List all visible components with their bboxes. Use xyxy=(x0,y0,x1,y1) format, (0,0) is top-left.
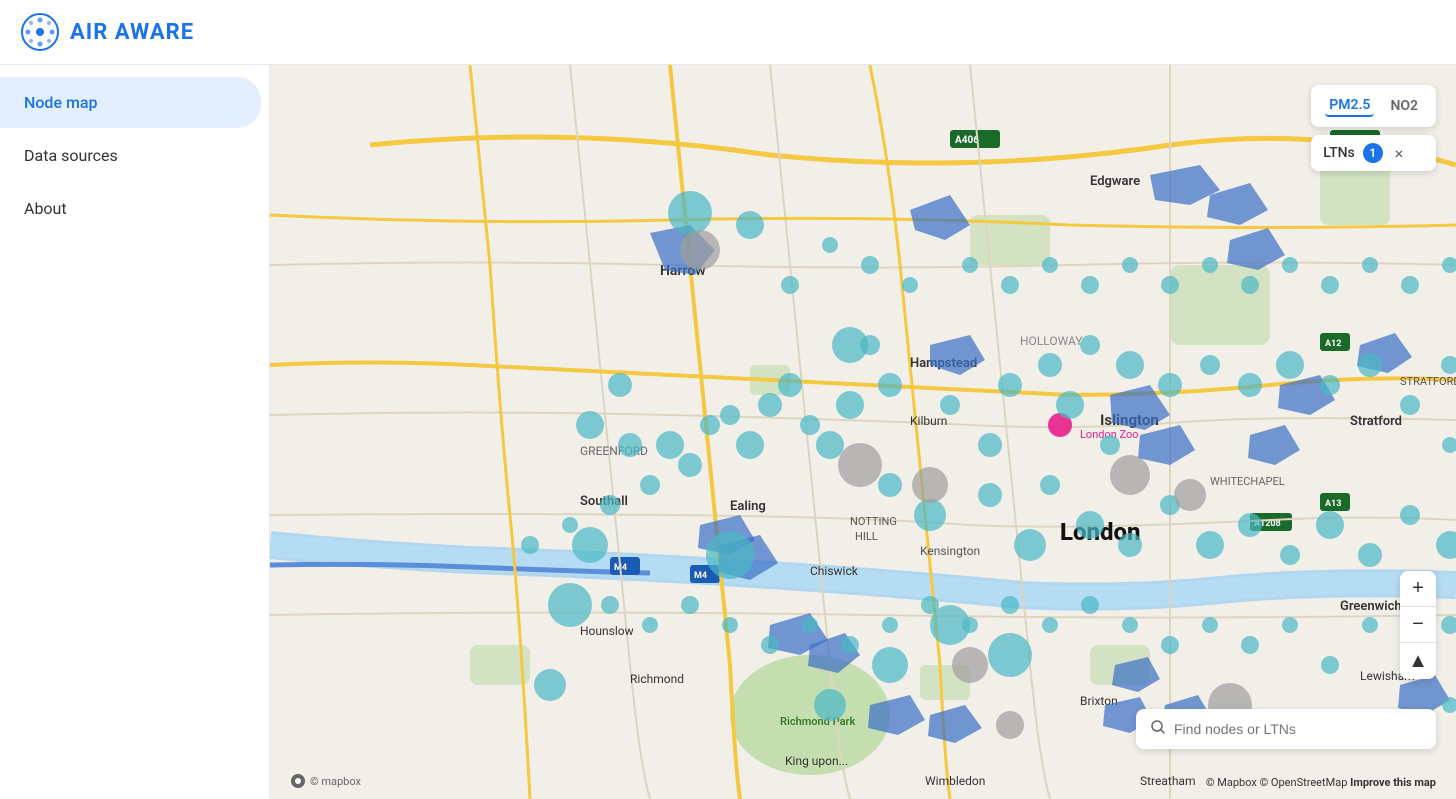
search-icon xyxy=(1150,719,1166,739)
svg-text:Wimbledon: Wimbledon xyxy=(925,774,985,788)
svg-text:Hounslow: Hounslow xyxy=(580,624,634,638)
svg-text:Richmond: Richmond xyxy=(630,672,684,686)
svg-text:Streatham: Streatham xyxy=(1140,774,1195,788)
header: AIR AWARE xyxy=(0,0,1456,65)
sidebar: Node map Data sources About xyxy=(0,65,270,799)
search-box xyxy=(1136,709,1436,749)
svg-text:A12: A12 xyxy=(1325,339,1341,349)
svg-text:Kensington: Kensington xyxy=(920,544,980,558)
logo-icon xyxy=(20,12,60,52)
svg-text:Chiswick: Chiswick xyxy=(810,564,859,578)
ltn-close-button[interactable]: × xyxy=(1395,144,1404,163)
map-container[interactable]: Richmond Park A406 A1083 M4 M4 xyxy=(270,65,1456,799)
ltn-filter: LTNs 1 × xyxy=(1311,135,1436,171)
svg-text:M4: M4 xyxy=(694,571,707,581)
sidebar-item-node-map[interactable]: Node map xyxy=(0,77,261,128)
svg-text:King upon...: King upon... xyxy=(785,754,848,768)
mapbox-logo-icon xyxy=(290,773,306,789)
svg-text:Richmond Park: Richmond Park xyxy=(780,715,855,728)
app-title: AIR AWARE xyxy=(70,20,194,45)
map-controls: PM2.5 NO2 LTNs 1 × xyxy=(1311,85,1436,171)
svg-text:HOLLOWAY: HOLLOWAY xyxy=(1020,334,1083,348)
search-input[interactable] xyxy=(1174,721,1422,737)
svg-text:Ealing: Ealing xyxy=(730,499,766,514)
map-attribution: © Mapbox © OpenStreetMap Improve this ma… xyxy=(1206,776,1436,789)
pm25-button[interactable]: PM2.5 xyxy=(1325,95,1374,117)
zoom-out-button[interactable]: − xyxy=(1400,607,1436,643)
svg-text:Stratford: Stratford xyxy=(1350,414,1402,429)
map-background: Richmond Park A406 A1083 M4 M4 xyxy=(270,65,1456,799)
svg-text:NOTTING: NOTTING xyxy=(850,515,897,528)
zoom-controls: + − ▲ xyxy=(1400,571,1436,679)
no2-button[interactable]: NO2 xyxy=(1386,96,1422,116)
sidebar-item-data-sources[interactable]: Data sources xyxy=(0,130,261,181)
svg-text:STRATFORD: STRATFORD xyxy=(1400,375,1456,388)
logo-container: AIR AWARE xyxy=(20,12,194,52)
svg-text:Edgware: Edgware xyxy=(1090,174,1140,189)
svg-text:Kilburn: Kilburn xyxy=(910,414,947,428)
compass-button[interactable]: ▲ xyxy=(1400,643,1436,679)
ltn-label: LTNs xyxy=(1323,145,1355,161)
svg-text:Greenwich: Greenwich xyxy=(1340,599,1402,614)
svg-text:A13: A13 xyxy=(1325,499,1341,509)
svg-text:WHITECHAPEL: WHITECHAPEL xyxy=(1210,475,1285,488)
pollution-toggle: PM2.5 NO2 xyxy=(1311,85,1436,127)
mapbox-logo-text: © mapbox xyxy=(310,775,361,788)
osm-attribution: © OpenStreetMap xyxy=(1260,776,1348,789)
mapbox-logo: © mapbox xyxy=(290,773,361,789)
svg-text:HILL: HILL xyxy=(855,530,878,543)
mapbox-attribution: © Mapbox xyxy=(1206,776,1257,789)
main-layout: Node map Data sources About Richmond Par… xyxy=(0,65,1456,799)
svg-text:A406: A406 xyxy=(955,135,979,146)
zoom-in-button[interactable]: + xyxy=(1400,571,1436,607)
ltn-count-badge: 1 xyxy=(1363,143,1383,163)
sidebar-item-about[interactable]: About xyxy=(0,183,261,234)
improve-map-link[interactable]: Improve this map xyxy=(1350,776,1436,789)
